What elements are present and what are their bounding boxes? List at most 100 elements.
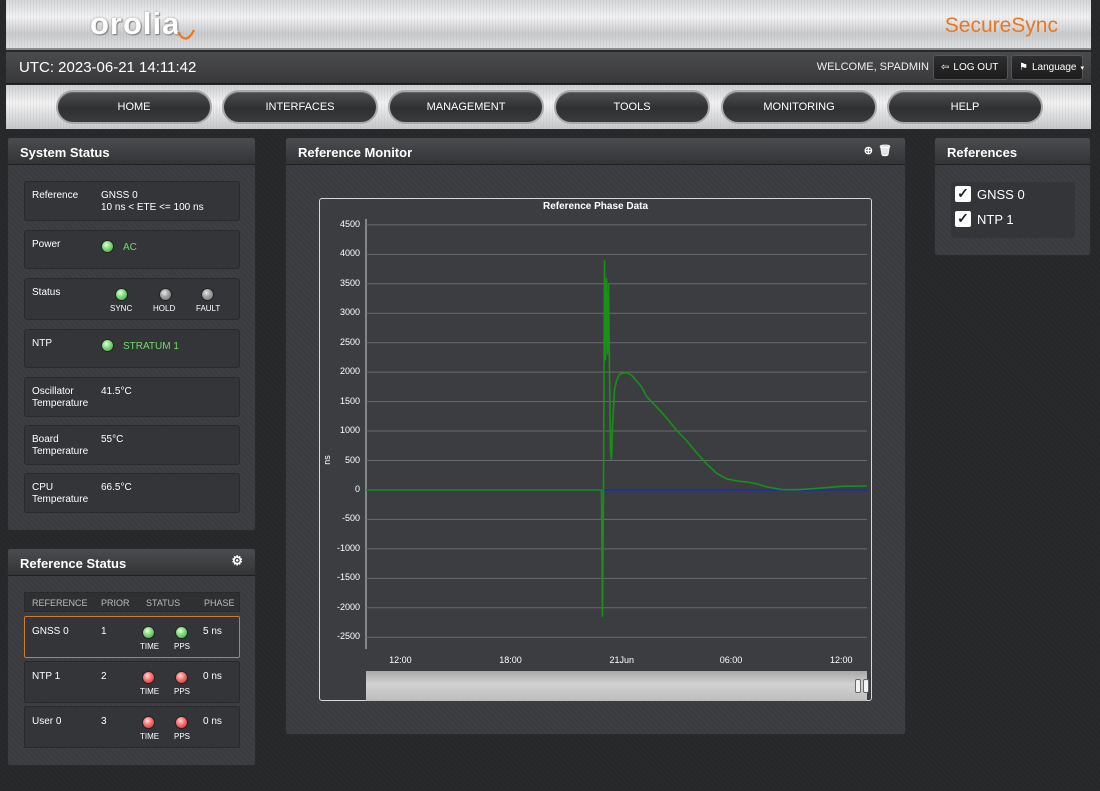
pps-led-label: PPS — [174, 642, 191, 651]
time-led-icon — [142, 626, 155, 639]
pps-led-label: PPS — [174, 687, 191, 696]
navigator-handle-left[interactable] — [855, 679, 861, 693]
pps-led-label: PPS — [174, 732, 191, 741]
row-prior: 3 — [101, 716, 107, 727]
logo-swoosh-icon — [177, 29, 195, 40]
time-led-icon — [142, 671, 155, 684]
reference-status-panel: Reference Status ⚙ REFERENCE PRIOR STATU… — [7, 548, 256, 766]
flag-icon: ⚑ — [1019, 62, 1028, 73]
hold-led-label: HOLD — [153, 304, 176, 313]
row-reference: GNSS 0 — [32, 626, 69, 637]
time-led-label: TIME — [140, 732, 160, 741]
logout-icon: ⇦ — [941, 62, 950, 73]
reference-ete: 10 ns < ETE <= 100 ns — [101, 202, 204, 213]
nav-home[interactable]: HOME — [56, 90, 212, 124]
time-led-label: TIME — [140, 687, 160, 696]
reference-row: Reference GNSS 0 10 ns < ETE <= 100 ns — [24, 181, 240, 221]
reference-monitor-title: Reference Monitor ⊕ 🗑 — [286, 138, 905, 165]
y-tick-label: 0 — [354, 483, 360, 494]
checkbox-ntp1[interactable]: ✓ — [955, 211, 971, 227]
table-row[interactable]: NTP 1 2 TIME PPS 0 ns — [24, 661, 240, 703]
table-row[interactable]: GNSS 0 1 TIME PPS 5 ns — [24, 616, 240, 658]
reference-gnss0-label: GNSS 0 — [977, 187, 1025, 202]
pps-led-icon — [175, 716, 188, 729]
row-phase: 0 ns — [203, 671, 222, 682]
row-reference: User 0 — [32, 716, 62, 727]
y-tick-label: 1000 — [339, 425, 360, 436]
status-bar: UTC: 2023-06-21 14:11:42 WELCOME, SPADMI… — [6, 52, 1091, 84]
y-tick-label: 2000 — [339, 366, 360, 377]
y-tick-label: -2500 — [336, 631, 360, 642]
row-reference: NTP 1 — [32, 671, 61, 682]
status-row: Status SYNC HOLD FAULT — [24, 278, 240, 320]
power-value: AC — [123, 242, 137, 253]
board-label-1: Board — [32, 434, 59, 445]
reference-monitor-panel: Reference Monitor ⊕ 🗑 Reference Phase Da… — [285, 137, 906, 735]
nav-interfaces[interactable]: INTERFACES — [222, 90, 378, 124]
col-prior: PRIOR — [101, 598, 130, 608]
x-tick-label: 12:00 — [829, 655, 853, 665]
pps-led-icon — [175, 671, 188, 684]
caret-down-icon: ▾ — [1080, 64, 1084, 72]
nav-monitoring[interactable]: MONITORING — [721, 90, 877, 124]
table-row[interactable]: User 0 3 TIME PPS 0 ns — [24, 706, 240, 748]
reference-status-title: Reference Status ⚙ — [8, 549, 255, 576]
board-label-2: Temperature — [32, 446, 89, 457]
y-tick-label: 2500 — [339, 336, 360, 347]
chart-plot — [365, 219, 868, 649]
cpu-label-1: CPU — [32, 482, 54, 493]
logout-button[interactable]: ⇦ LOG OUT — [933, 55, 1008, 80]
row-phase: 0 ns — [203, 716, 222, 727]
ntp-label: NTP — [32, 338, 52, 349]
time-navigator[interactable] — [366, 671, 869, 701]
y-tick-label: -1000 — [336, 542, 360, 553]
power-label: Power — [32, 239, 61, 250]
sync-led-label: SYNC — [110, 304, 133, 313]
download-icon[interactable]: ⊕ — [864, 144, 873, 157]
system-status-title: System Status — [8, 138, 255, 165]
cpu-temp-value: 66.5°C — [101, 482, 132, 493]
welcome-text: WELCOME, SPADMIN — [816, 61, 929, 73]
time-led-label: TIME — [140, 642, 160, 651]
col-status: STATUS — [146, 598, 181, 608]
fault-led-icon — [201, 288, 214, 301]
main-nav: HOME INTERFACES MANAGEMENT TOOLS MONITOR… — [6, 85, 1091, 129]
col-reference: REFERENCE — [32, 598, 88, 608]
row-phase: 5 ns — [203, 626, 222, 637]
reference-value: GNSS 0 — [101, 190, 138, 201]
references-panel: References ✓ GNSS 0 ✓ NTP 1 — [934, 137, 1091, 256]
sync-led-icon — [115, 288, 128, 301]
utc-clock: UTC: 2023-06-21 14:11:42 — [19, 59, 197, 76]
row-prior: 2 — [101, 671, 107, 682]
x-tick-label: 21Jun — [609, 655, 635, 665]
board-temp-value: 55°C — [101, 434, 124, 445]
orolia-logo: orolia — [90, 6, 181, 41]
pps-led-icon — [175, 626, 188, 639]
ntp-value: STRATUM 1 — [123, 341, 179, 352]
language-dropdown[interactable]: ⚑ Language ▾ — [1011, 55, 1084, 80]
x-tick-label: 12:00 — [389, 655, 412, 665]
phase-chart: Reference Phase Data ns 4500 4000 3500 3000… — [319, 198, 872, 701]
navigator-handle-right[interactable] — [863, 679, 869, 693]
trash-icon[interactable]: 🗑 — [878, 144, 892, 157]
reference-table-header: REFERENCE PRIOR STATUS PHASE — [24, 592, 240, 612]
references-list: ✓ GNSS 0 ✓ NTP 1 — [951, 182, 1075, 238]
oscillator-label-2: Temperature — [32, 398, 89, 409]
nav-help[interactable]: HELP — [887, 90, 1043, 124]
y-tick-label: -2000 — [336, 601, 360, 612]
system-status-panel: System Status Reference GNSS 0 10 ns < E… — [7, 137, 256, 531]
nav-management[interactable]: MANAGEMENT — [388, 90, 544, 124]
reference-label: Reference — [32, 190, 79, 201]
y-tick-label: 4000 — [339, 248, 360, 259]
y-tick-label: 500 — [344, 454, 360, 465]
oscillator-temp-value: 41.5°C — [101, 386, 132, 397]
gear-icon[interactable]: ⚙ — [231, 553, 243, 569]
power-led-icon — [101, 240, 114, 253]
y-tick-label: 1500 — [339, 395, 360, 406]
x-tick-label: 06:00 — [719, 655, 743, 665]
board-temp-row: Board Temperature 55°C — [24, 425, 240, 465]
navigator-series — [366, 671, 867, 683]
checkbox-gnss0[interactable]: ✓ — [955, 186, 971, 202]
nav-tools[interactable]: TOOLS — [554, 90, 710, 124]
reference-status-title-text: Reference Status — [20, 556, 127, 571]
